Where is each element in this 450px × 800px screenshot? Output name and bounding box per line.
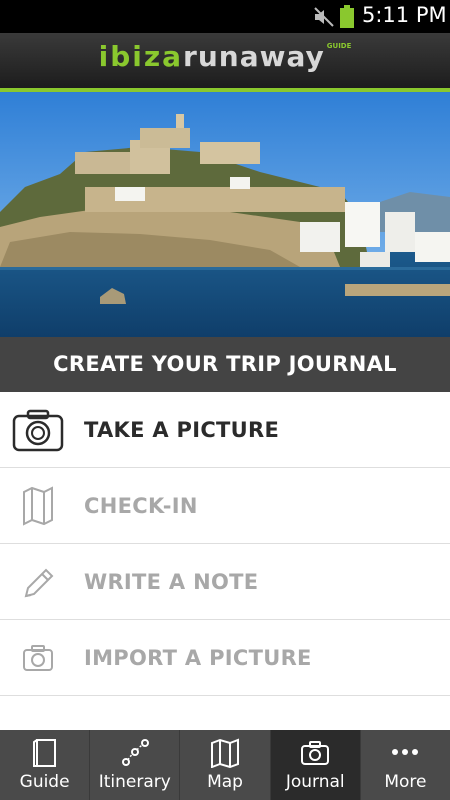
hero-image (0, 92, 450, 337)
journal-action-list: TAKE A PICTURE CHECK-IN WRITE A NOTE IMP… (0, 392, 450, 696)
import-picture-label: IMPORT A PICTURE (84, 646, 312, 670)
write-note-button[interactable]: WRITE A NOTE (0, 544, 450, 620)
battery-icon (340, 5, 354, 28)
app-header: ibizarunaway GUIDE (0, 33, 450, 88)
check-in-button[interactable]: CHECK-IN (0, 468, 450, 544)
pencil-icon (24, 568, 54, 598)
logo-text-runaway: runaway (183, 40, 325, 73)
tab-more[interactable]: More (361, 730, 450, 800)
map-icon (23, 486, 53, 526)
tab-map[interactable]: Map (180, 730, 271, 800)
tab-itinerary-label: Itinerary (98, 772, 171, 792)
tab-journal[interactable]: Journal (270, 730, 361, 800)
import-picture-button[interactable]: IMPORT A PICTURE (0, 620, 450, 696)
tab-itinerary[interactable]: Itinerary (90, 730, 181, 800)
bottom-nav: Guide Itinerary Map Journal More (0, 730, 450, 800)
status-bar: 5:11 PM (0, 0, 450, 33)
write-note-label: WRITE A NOTE (84, 570, 259, 594)
tab-map-label: Map (207, 772, 243, 792)
check-in-label: CHECK-IN (84, 494, 198, 518)
take-picture-label: TAKE A PICTURE (84, 418, 280, 442)
logo-text-ibiza: ibiza (98, 40, 184, 73)
app-logo: ibizarunaway GUIDE (0, 40, 450, 73)
take-picture-button[interactable]: TAKE A PICTURE (0, 392, 450, 468)
book-icon (32, 739, 56, 767)
map-icon (211, 738, 239, 768)
camera-small-icon (23, 645, 53, 671)
tab-guide[interactable]: Guide (0, 730, 91, 800)
mute-icon (314, 7, 334, 27)
tab-journal-label: Journal (285, 772, 345, 792)
camera-icon (301, 741, 330, 765)
route-icon (121, 739, 149, 766)
status-time: 5:11 PM (362, 3, 447, 27)
more-dots-icon (392, 749, 419, 755)
tab-more-label: More (384, 772, 427, 792)
tab-guide-label: Guide (19, 772, 70, 792)
journal-section-title: CREATE YOUR TRIP JOURNAL (0, 337, 450, 392)
logo-text-guide: GUIDE (326, 42, 352, 50)
camera-icon (12, 409, 64, 452)
